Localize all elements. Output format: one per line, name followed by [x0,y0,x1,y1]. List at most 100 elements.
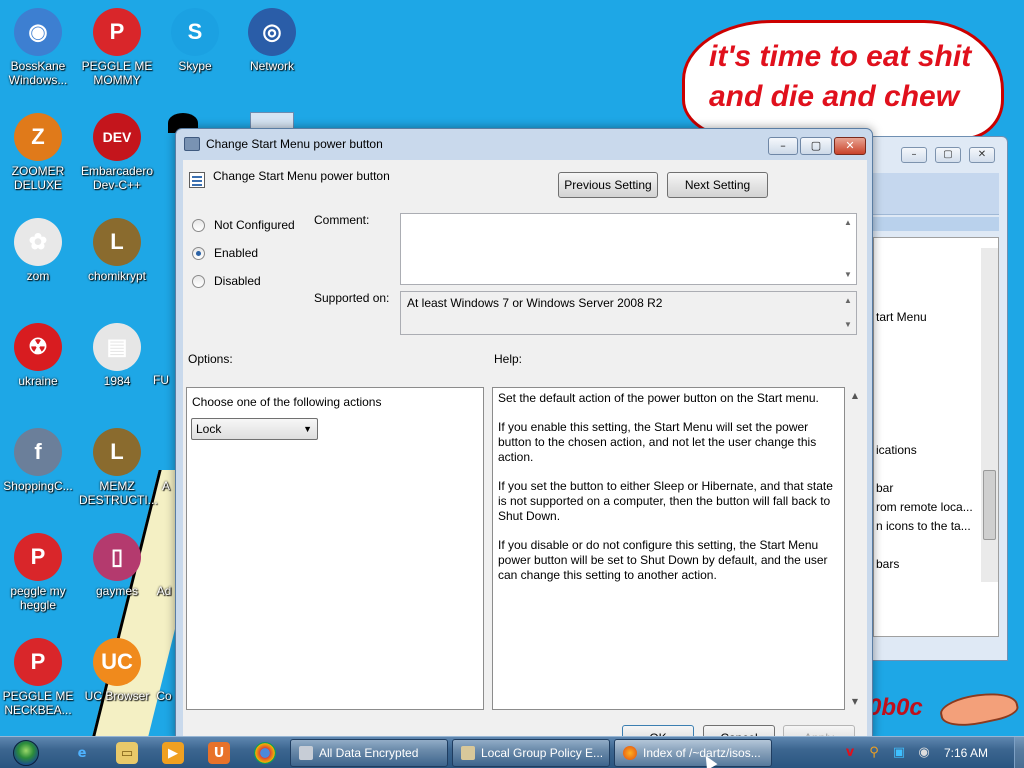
file-explorer-icon[interactable]: ▭ [116,742,138,764]
list-item[interactable]: rom remote loca... [876,500,973,514]
desktop-shortcut[interactable]: ▤ 1984 [79,323,155,388]
bg-window-toolbar [873,173,999,215]
list-item[interactable]: tart Menu [876,310,927,324]
desktop-shortcut[interactable]: P PEGGLE ME MOMMY [79,8,155,87]
bg-window-scrollbar[interactable] [981,248,998,582]
desktop-shortcut[interactable]: ▯ gaymes [79,533,155,598]
help-scrollbar[interactable]: ▲ ▼ [847,387,863,710]
power-action-value: Lock [196,422,222,436]
list-item[interactable]: bar [876,481,893,495]
memz-icon: L [93,428,141,476]
bg-window-titlebar[interactable]: – ▢ ✕ [869,137,1007,173]
next-setting-button[interactable]: Next Setting [667,172,768,198]
desktop-shortcut[interactable]: ☢ ukraine [0,323,76,388]
desktop-shortcut[interactable]: ◎ Network [234,8,310,73]
tray-monitor-icon[interactable]: ▣ [891,745,907,761]
supported-scrollbar[interactable]: ▲ ▼ [840,292,856,334]
chrome-icon[interactable] [254,742,276,764]
radio-enabled-control[interactable] [192,247,205,260]
desktop-shortcut[interactable]: Lchomikrypt [79,218,155,283]
zoomer-deluxe-icon: Z [14,113,62,161]
comment-field[interactable]: ▲ ▼ [400,213,857,285]
desktop-shortcut[interactable]: ◉ BossKane Windows... [0,8,76,87]
desktop-shortcut[interactable]: P PEGGLE ME NECKBEA... [0,638,76,717]
chevron-down-icon: ▼ [303,424,312,434]
maximize-button[interactable]: ▢ [800,137,832,155]
start-button[interactable] [7,740,47,766]
bg-maximize-button[interactable]: ▢ [935,147,961,163]
internet-explorer-icon[interactable]: e [71,742,93,764]
scroll-down-icon[interactable]: ▼ [847,697,863,706]
desktop-shortcut[interactable]: L MEMZ DESTRUCTI... [79,428,158,507]
comment-scrollbar[interactable]: ▲ ▼ [840,214,856,284]
policy-setting-dialog[interactable]: Change Start Menu power button – ▢ ✕ Cha… [175,128,873,751]
desktop-shortcut-label: chomikrypt [87,269,146,283]
partial-icon-co[interactable]: Co [152,689,176,703]
radio-not-configured-control[interactable] [192,219,205,232]
list-item[interactable]: n icons to the ta... [876,519,971,533]
scroll-down-icon[interactable]: ▼ [840,268,856,282]
show-desktop-button[interactable] [1014,737,1024,768]
peggle-my-heggle-icon: P [14,533,62,581]
desktop-shortcut-label: gaymes [95,584,139,598]
firefox-icon [623,746,637,760]
desktop-shortcut-label: ZOOMER DELUXE [11,164,65,192]
list-item[interactable]: ications [876,443,917,457]
comment-label: Comment: [314,213,370,227]
scroll-up-icon[interactable]: ▲ [840,294,856,308]
partial-icon-ad[interactable]: Ad [152,584,176,598]
tray-search-icon[interactable]: ⚲ [866,745,882,761]
desktop-shortcut-label: PEGGLE ME MOMMY [81,59,153,87]
wallpaper-bubble-text: it's time to eat shit and die and chew [709,40,972,113]
desktop-shortcut[interactable]: DEV Embarcadero Dev-C++ [79,113,155,192]
desktop-shortcut[interactable]: Ppeggle my heggle [0,533,76,612]
desktop-shortcut[interactable]: S Skype [157,8,233,73]
wallpaper-corner-doodle: 0b0c [868,686,1024,738]
scroll-up-icon[interactable]: ▲ [847,391,863,400]
background-explorer-window[interactable]: – ▢ ✕ tart Menu ications bar rom remote … [868,136,1008,661]
desktop-shortcut[interactable]: ✿ zom [0,218,76,283]
supported-on-value: At least Windows 7 or Windows Server 200… [407,296,663,310]
taskbar-item-all-data-encrypted[interactable]: All Data Encrypted [290,739,448,767]
setting-icon [189,172,205,188]
options-pane: Choose one of the following actions Lock… [186,387,484,710]
list-item[interactable]: bars [876,557,899,571]
dialog-titlebar[interactable]: Change Start Menu power button – ▢ ✕ [176,129,872,159]
desktop-shortcut-label: Network [249,59,294,73]
supported-on-label: Supported on: [314,291,390,305]
tray-speaker-icon[interactable]: ◉ [916,745,932,761]
bg-window-list[interactable]: tart Menu ications bar rom remote loca..… [873,237,999,637]
tray-v-icon[interactable]: v [842,745,858,761]
desktop-shortcut-label: UC Browser [84,689,150,703]
desktop-shortcut[interactable]: UC UC Browser [79,638,155,703]
scroll-down-icon[interactable]: ▼ [840,318,856,332]
minimize-button[interactable]: – [768,137,798,155]
peggle-me-mommy-icon: P [93,8,141,56]
window-icon [299,746,313,760]
peggle-me-neckbeard-icon: P [14,638,62,686]
close-button[interactable]: ✕ [834,137,866,155]
options-label: Options: [188,352,233,366]
help-pane: Set the default action of the power butt… [492,387,845,710]
partial-icon-a[interactable]: A [156,479,176,493]
media-player-icon[interactable]: ▶ [162,742,184,764]
previous-setting-button[interactable]: Previous Setting [558,172,658,198]
wallpaper-speech-bubble: it's time to eat shit and die and chew [682,20,1004,140]
taskbar-item-firefox[interactable]: Index of /~dartz/isos... [614,739,772,767]
bg-close-button[interactable]: ✕ [969,147,995,163]
desktop-shortcut[interactable]: Z ZOOMER DELUXE [0,113,76,192]
taskbar-clock[interactable]: 7:16 AM [944,746,988,760]
desktop-shortcut[interactable]: f ShoppingC... [0,428,76,493]
wallpaper-corner-text: 0b0c [868,694,923,721]
taskbar-item-group-policy[interactable]: Local Group Policy E... [452,739,610,767]
scroll-up-icon[interactable]: ▲ [840,216,856,230]
bg-scrollbar-thumb[interactable] [983,470,996,540]
uc-browser-icon: UC [93,638,141,686]
power-action-select[interactable]: Lock ▼ [191,418,318,440]
desktop-shortcut-label: ukraine [18,374,58,388]
uc-browser-taskbar-icon[interactable]: U [208,742,230,764]
partial-icon-fu[interactable]: FU [146,373,176,387]
ukraine-icon: ☢ [14,323,62,371]
radio-disabled-control[interactable] [192,275,205,288]
bg-minimize-button[interactable]: – [901,147,927,163]
